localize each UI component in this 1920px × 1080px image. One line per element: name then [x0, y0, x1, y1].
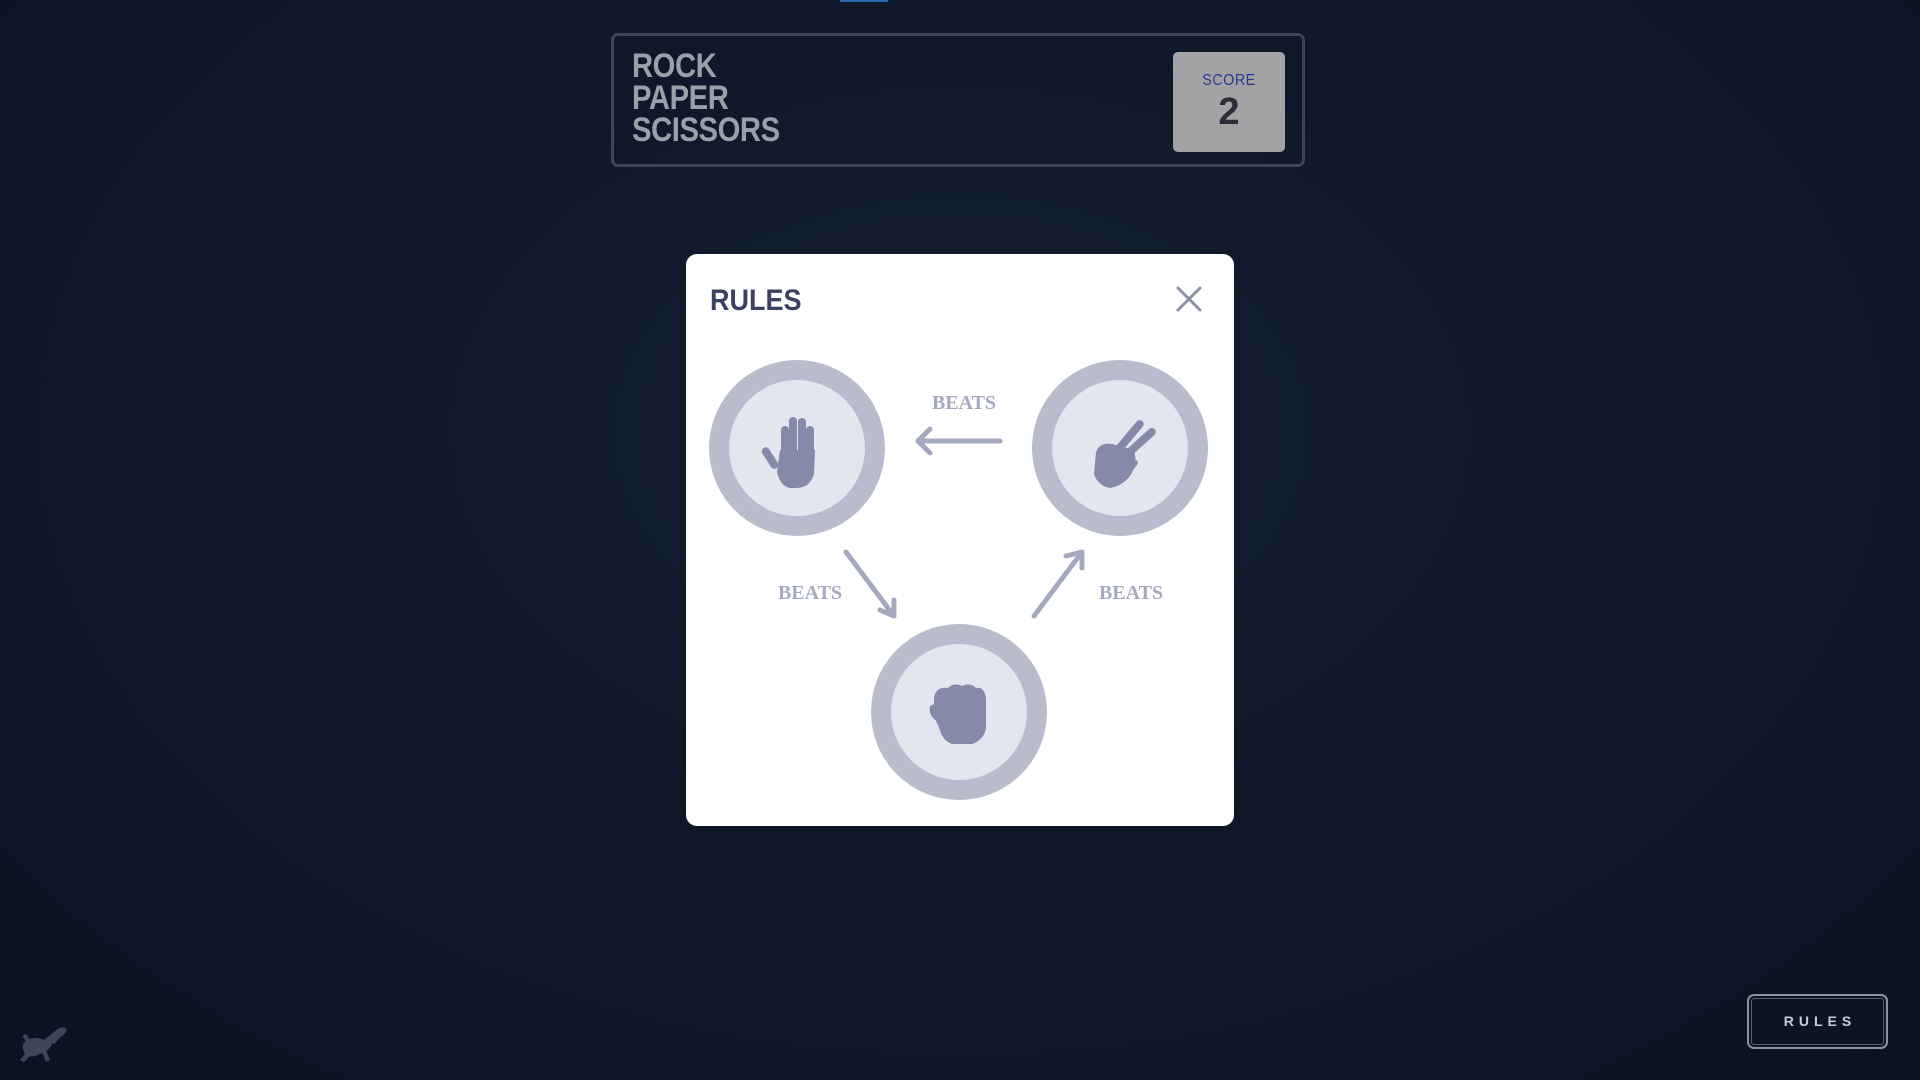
score-value: 2: [1218, 91, 1240, 133]
beats-label-rock-scissors: BEATS: [1099, 582, 1163, 604]
beats-label-paper-rock: BEATS: [778, 582, 842, 604]
title-line-paper: PAPER: [632, 79, 729, 117]
paper-choice: [709, 360, 885, 536]
title-line-scissors: SCISSORS: [632, 111, 780, 149]
rules-modal: RULES BEATS BEATS BEATS: [686, 254, 1234, 826]
score-label: SCORE: [1202, 72, 1256, 89]
rules-diagram: BEATS BEATS BEATS: [709, 360, 1208, 800]
scissors-choice: [1032, 360, 1208, 536]
beats-label-scissors-paper: BEATS: [932, 392, 996, 414]
rules-button[interactable]: RULES: [1747, 994, 1888, 1049]
game-title: ROCK PAPER SCISSORS: [632, 47, 780, 149]
score-box: SCORE 2: [1173, 52, 1285, 152]
rock-choice: [871, 624, 1047, 800]
gecko-icon: [14, 1014, 68, 1064]
game-header: ROCK PAPER SCISSORS SCORE 2: [611, 33, 1305, 167]
arrow-paper-to-rock: [843, 549, 897, 619]
top-accent-bar: [840, 0, 888, 2]
title-line-rock: ROCK: [632, 47, 717, 85]
arrow-scissors-to-paper: [915, 426, 1003, 456]
arrow-rock-to-scissors: [1031, 549, 1085, 619]
